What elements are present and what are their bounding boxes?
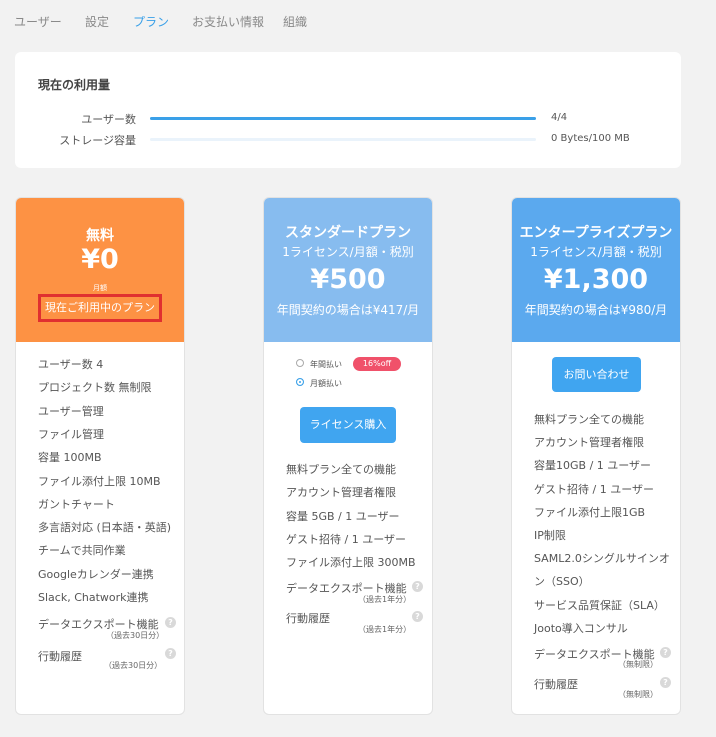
annual-payment-label[interactable]: 年間払い xyxy=(310,359,342,370)
usage-users-value: 4/4 xyxy=(551,112,568,123)
current-plan-badge: 現在ご利用中のプラン xyxy=(38,294,162,322)
plan-standard-export-note: （過去1年分） xyxy=(358,595,412,604)
plan-free-name: 無料 xyxy=(86,228,114,244)
plan-standard-feature: ファイル添付上限 300MB xyxy=(286,556,416,569)
plan-free-feature: ファイル管理 xyxy=(38,428,104,441)
help-icon[interactable]: ? xyxy=(412,611,423,622)
plan-standard-subtitle: 1ライセンス/月額・税別 xyxy=(282,245,414,259)
plan-free-history-note: （過去30日分） xyxy=(104,661,163,670)
plan-enterprise-price: ¥1,300 xyxy=(543,264,649,295)
plan-enterprise-name: エンタープライズプラン xyxy=(519,225,673,241)
help-icon[interactable]: ? xyxy=(660,647,671,658)
usage-users-bar xyxy=(150,117,536,120)
plan-free-header: 無料 ¥0 月額 現在ご利用中のプラン xyxy=(16,198,184,342)
plan-free-feature: ファイル添付上限 10MB xyxy=(38,475,161,488)
plan-standard-feature: アカウント管理者権限 xyxy=(286,486,396,499)
plan-card-free: 無料 ¥0 月額 現在ご利用中のプラン ユーザー数 4 プロジェクト数 無制限 … xyxy=(15,197,185,715)
plan-standard-name: スタンダードプラン xyxy=(285,225,411,241)
plan-standard-feature: 無料プラン全ての機能 xyxy=(286,463,396,476)
help-icon[interactable]: ? xyxy=(165,648,176,659)
plan-free-export-note: （過去30日分） xyxy=(106,631,165,640)
plan-standard-price: ¥500 xyxy=(310,264,386,295)
usage-users-bar-fill xyxy=(150,117,536,120)
plan-standard-annual: 年間契約の場合は¥417/月 xyxy=(276,303,420,317)
usage-title: 現在の利用量 xyxy=(38,78,111,92)
plan-enterprise-history-label: 行動履歴 xyxy=(534,678,578,691)
tab-organization[interactable]: 組織 xyxy=(283,13,307,30)
help-icon[interactable]: ? xyxy=(660,677,671,688)
plan-standard-history-note: （過去1年分） xyxy=(358,625,412,634)
tab-users[interactable]: ユーザー xyxy=(14,13,62,30)
contact-us-button[interactable]: お問い合わせ xyxy=(552,357,641,392)
tab-billing[interactable]: お支払い情報 xyxy=(192,13,264,30)
buy-license-button[interactable]: ライセンス購入 xyxy=(300,407,396,443)
monthly-payment-label[interactable]: 月額払い xyxy=(310,378,342,389)
usage-users-label: ユーザー数 xyxy=(81,113,136,126)
plan-free-feature: 容量 100MB xyxy=(38,451,102,464)
plan-free-history-label: 行動履歴 xyxy=(38,650,82,663)
usage-storage-label: ストレージ容量 xyxy=(59,134,136,147)
plan-enterprise-feature: Jooto導入コンサル xyxy=(534,622,628,635)
plan-free-period: 月額 xyxy=(93,284,107,292)
plan-enterprise-feature: サービス品質保証（SLA） xyxy=(534,599,665,612)
plan-free-feature: ガントチャート xyxy=(38,498,115,511)
plan-card-standard: スタンダードプラン 1ライセンス/月額・税別 ¥500 年間契約の場合は¥417… xyxy=(263,197,433,715)
plan-standard-history-label: 行動履歴 xyxy=(286,612,330,625)
usage-storage-bar xyxy=(150,138,536,141)
plan-enterprise-feature: アカウント管理者権限 xyxy=(534,436,644,449)
plan-free-feature: Slack, Chatwork連携 xyxy=(38,591,149,604)
tab-settings[interactable]: 設定 xyxy=(85,13,109,30)
plan-enterprise-subtitle: 1ライセンス/月額・税別 xyxy=(530,245,662,259)
help-icon[interactable]: ? xyxy=(165,617,176,628)
annual-payment-radio[interactable] xyxy=(296,359,304,367)
plan-enterprise-header: エンタープライズプラン 1ライセンス/月額・税別 ¥1,300 年間契約の場合は… xyxy=(512,198,680,342)
tab-plan[interactable]: プラン xyxy=(133,13,169,30)
plan-free-feature: プロジェクト数 無制限 xyxy=(38,381,152,394)
discount-badge: 16%off xyxy=(353,357,401,371)
plan-enterprise-annual: 年間契約の場合は¥980/月 xyxy=(524,303,668,317)
usage-card: 現在の利用量 ユーザー数 4/4 ストレージ容量 0 Bytes/100 MB xyxy=(15,52,681,168)
plan-free-feature: ユーザー管理 xyxy=(38,405,104,418)
plan-card-enterprise: エンタープライズプラン 1ライセンス/月額・税別 ¥1,300 年間契約の場合は… xyxy=(511,197,681,715)
plan-free-feature: Googleカレンダー連携 xyxy=(38,568,154,581)
plan-enterprise-feature: 無料プラン全ての機能 xyxy=(534,413,644,426)
plan-enterprise-history-note: （無制限） xyxy=(618,690,658,699)
plan-enterprise-feature: 容量10GB / 1 ユーザー xyxy=(534,459,652,472)
monthly-payment-radio[interactable] xyxy=(296,378,304,386)
plan-enterprise-feature: ファイル添付上限1GB xyxy=(534,506,646,519)
usage-storage-value: 0 Bytes/100 MB xyxy=(551,133,630,144)
plan-enterprise-export-note: （無制限） xyxy=(618,660,658,669)
plan-standard-feature: ゲスト招待 / 1 ユーザー xyxy=(286,533,406,546)
plan-free-price: ¥0 xyxy=(81,244,119,275)
plan-enterprise-feature: ゲスト招待 / 1 ユーザー xyxy=(534,483,654,496)
plan-free-feature: ユーザー数 4 xyxy=(38,358,104,371)
plan-free-feature: 多言語対応 (日本語・英語) xyxy=(38,521,172,534)
plan-enterprise-feature: ン（SSO） xyxy=(534,575,590,588)
plan-standard-feature: 容量 5GB / 1 ユーザー xyxy=(286,510,400,523)
help-icon[interactable]: ? xyxy=(412,581,423,592)
plan-free-feature: チームで共同作業 xyxy=(38,544,126,557)
plan-enterprise-feature: SAML2.0シングルサインオ xyxy=(534,552,670,565)
plan-enterprise-feature: IP制限 xyxy=(534,529,566,542)
plan-standard-header: スタンダードプラン 1ライセンス/月額・税別 ¥500 年間契約の場合は¥417… xyxy=(264,198,432,342)
